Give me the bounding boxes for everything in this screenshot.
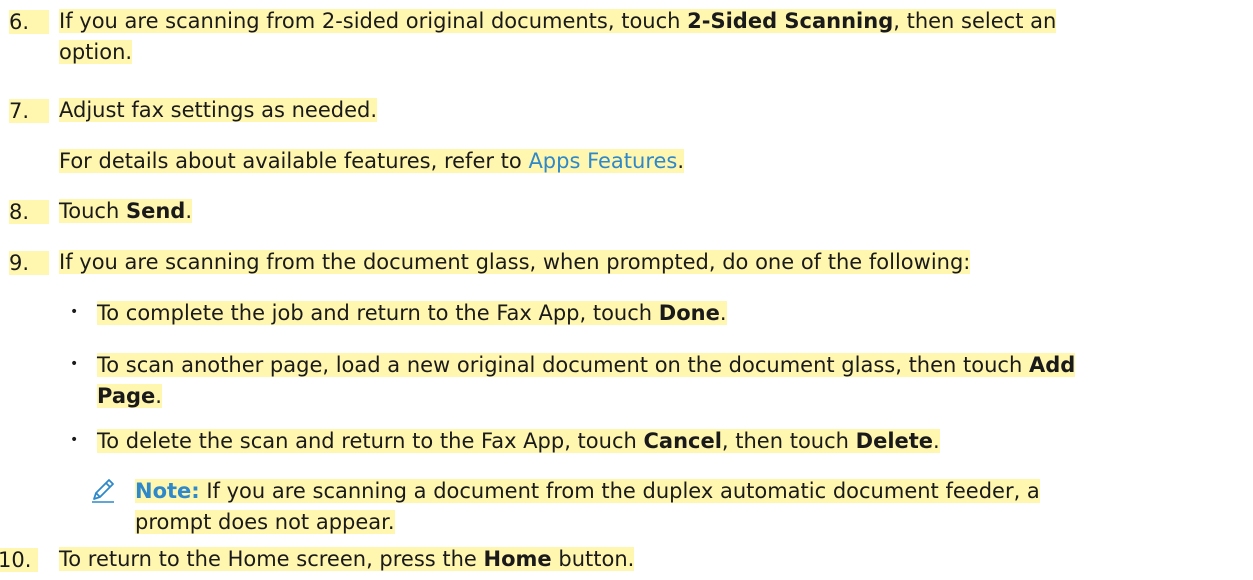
pencil-icon [92,479,114,503]
note-label: Note: [135,479,200,503]
note-text: Note: If you are scanning a document fro… [135,479,1040,534]
step-10-number: 10. [0,548,38,572]
home-option: Home [483,547,552,571]
bullet-marker: • [70,356,79,372]
step-6-number: 6. [9,10,49,34]
step-7-number: 7. [9,99,49,123]
apps-features-link[interactable]: Apps Features [528,149,677,173]
step-7-text: Adjust fax settings as needed. [59,98,377,122]
2-sided-scanning-option: 2-Sided Scanning [687,9,894,33]
bullet-item-done: To complete the job and return to the Fa… [97,301,727,325]
bullet-marker: • [70,432,79,448]
step-10-text: To return to the Home screen, press the … [59,547,635,571]
step-8-text: Touch Send. [59,199,192,223]
bullet-item-add-page: To scan another page, load a new origina… [97,353,1076,408]
step-8-number: 8. [9,200,49,224]
bullet-marker: • [70,304,79,320]
send-option: Send [125,199,186,223]
bullet-item-cancel-delete: To delete the scan and return to the Fax… [97,429,940,453]
step-9-text: If you are scanning from the document gl… [59,250,971,274]
step-9-number: 9. [9,251,49,275]
step-7-detail: For details about available features, re… [59,149,685,173]
step-6-text: If you are scanning from 2-sided origina… [59,9,1057,64]
document-page: 6. If you are scanning from 2-sided orig… [0,0,1253,580]
